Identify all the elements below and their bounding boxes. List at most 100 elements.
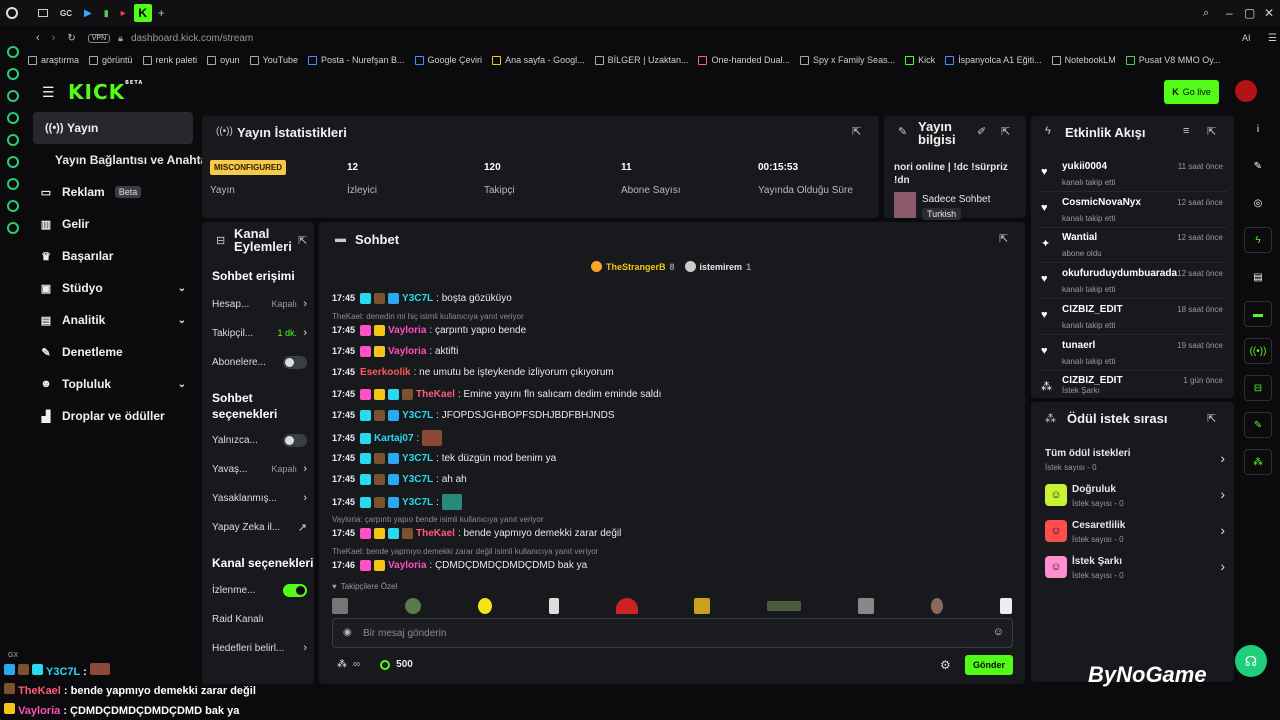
instagram-icon[interactable] <box>7 112 19 124</box>
bookmark[interactable]: One-handed Dual... <box>698 55 790 65</box>
back-icon[interactable]: ‹ <box>36 32 40 44</box>
new-tab-icon[interactable]: + <box>158 6 165 20</box>
reward-icon[interactable]: ⁂ <box>1244 449 1272 475</box>
tab-play-icon[interactable]: ▶ <box>84 8 92 19</box>
close-icon[interactable]: ✕ <box>1264 6 1274 20</box>
event-item[interactable]: ♥ CosmicNovaNyx kanalı takip etti 12 saat ö… <box>1039 194 1227 228</box>
forward-icon[interactable]: › <box>52 32 56 44</box>
emote-only-row[interactable]: Yalnızca... <box>212 430 307 450</box>
emoji-icon[interactable]: ☺ <box>993 626 1004 638</box>
chat-message[interactable]: 17:45 TheKael: bende yapmıyo demekki zara… <box>332 525 1012 541</box>
vpn-badge[interactable]: VPN <box>87 33 111 43</box>
chat-message[interactable]: 17:45 Y3C7L: boşta gözüküyo <box>332 290 1012 306</box>
filter-icon[interactable]: ≡ <box>1183 125 1189 137</box>
popout-icon[interactable]: ⇱ <box>852 125 861 138</box>
tab-kick[interactable]: K <box>133 4 152 22</box>
search-icon[interactable]: ⌕ <box>1203 7 1209 20</box>
go-live-button[interactable]: K Go live <box>1164 80 1219 104</box>
bookmark[interactable]: Google Çeviri <box>414 55 482 65</box>
chat-message[interactable]: 17:45 Vayloria: aktifti <box>332 343 1012 359</box>
chat-input[interactable]: ◉ Bir mesaj gönderin ☺ <box>332 618 1013 648</box>
sidebar-item-reklam[interactable]: ▭ Reklam Beta <box>28 176 198 208</box>
popout-icon[interactable]: ⇱ <box>1001 125 1010 138</box>
whatsapp-icon[interactable] <box>7 68 19 80</box>
tab-gc[interactable]: GC <box>60 9 72 18</box>
kick-logo[interactable]: KICKBETA <box>68 80 143 104</box>
bookmark[interactable]: İspanyolca A1 Eğiti... <box>945 55 1042 65</box>
history-icon[interactable] <box>7 200 19 212</box>
bookmark[interactable]: Ana sayfa - Googl... <box>492 55 585 65</box>
minimize-icon[interactable]: – <box>1226 6 1233 20</box>
bookmark[interactable]: oyun <box>207 55 240 65</box>
document-icon[interactable]: ▤ <box>1244 264 1272 290</box>
emote-only-toggle[interactable] <box>283 433 307 447</box>
ai-button[interactable]: AI <box>1242 33 1251 43</box>
chat-message[interactable]: 17:45 Y3C7L: <box>332 492 1012 512</box>
reward-item[interactable]: ☺ İstek Şarkı İstek sayısı - 0 › <box>1045 554 1225 584</box>
popout-icon[interactable]: ⇱ <box>298 234 307 247</box>
emote-image[interactable] <box>615 598 638 614</box>
bookmark[interactable]: BİLGER | Uzaktan... <box>594 55 688 65</box>
edit-icon[interactable]: ✐ <box>977 125 986 138</box>
actions-icon[interactable]: ⊟ <box>1244 375 1272 401</box>
event-item[interactable]: ♥ CIZBIZ_EDIT kanalı takip etti 18 saat önc… <box>1039 301 1227 335</box>
discord-icon[interactable] <box>7 90 19 102</box>
tab-red-icon[interactable]: ▸ <box>121 8 126 19</box>
bookmark[interactable]: YouTube <box>249 55 298 65</box>
opera-logo-icon[interactable] <box>6 7 18 19</box>
raid-channel-row[interactable]: Raid Kanalı <box>212 609 307 629</box>
emote-image[interactable] <box>404 598 421 614</box>
player-icon[interactable] <box>7 178 19 190</box>
watch-toggle[interactable] <box>283 583 307 597</box>
messenger-icon[interactable] <box>7 46 19 58</box>
chat-message[interactable]: 17:45 TheKael: Emine yayını fln salıcam d… <box>332 386 1012 402</box>
emote-image[interactable] <box>332 598 348 614</box>
sidebar-item-droplar[interactable]: ▟ Droplar ve ödüller <box>28 400 198 432</box>
hamburger-icon[interactable]: ☰ <box>42 84 55 101</box>
event-item[interactable]: ✦ Wantial abone oldu 12 saat önce <box>1039 229 1227 263</box>
event-item[interactable]: ⁂ CIZBIZ_EDIT İstek Şarkı 1 gün önce <box>1039 372 1227 396</box>
bookmark[interactable]: Spy x Family Seas... <box>800 55 895 65</box>
bookmark[interactable]: görüntü <box>89 55 133 65</box>
slow-mode-row[interactable]: Yavaş... Kapalı › <box>212 459 307 479</box>
bookmark[interactable]: Pusat V8 MMO Oy... <box>1125 55 1221 65</box>
chat-message[interactable]: 17:45 Y3C7L: ah ah <box>332 471 1012 487</box>
emote-image[interactable] <box>477 598 492 614</box>
sidebar-item-basarilar[interactable]: ♛ Başarılar <box>28 240 198 272</box>
info-icon[interactable]: i <box>1244 116 1272 142</box>
popout-icon[interactable]: ⇱ <box>1207 125 1216 138</box>
emote-image[interactable] <box>858 598 875 614</box>
ai-moderation-row[interactable]: Yapay Zeka il... ↗ <box>212 517 307 537</box>
menu-icon[interactable]: ☰ <box>1268 33 1277 44</box>
watch-row[interactable]: İzlenme... <box>212 580 307 600</box>
bookmark[interactable]: NotebookLM <box>1051 55 1116 65</box>
emote-image[interactable] <box>548 598 559 614</box>
camera-icon[interactable]: ◎ <box>1244 190 1272 216</box>
emote-image[interactable] <box>999 598 1012 614</box>
tab-bars-icon[interactable]: ▮ <box>104 8 109 19</box>
settings-icon[interactable] <box>7 222 19 234</box>
sidebar-item-analitik[interactable]: ▤ Analitik ⌄ <box>28 304 198 336</box>
bookmark[interactable]: Kick <box>905 55 935 65</box>
event-item[interactable]: ♥ okufuruduydumbuarada kanalı takip etti 12… <box>1039 265 1227 299</box>
sidebar-item-studyo[interactable]: ▣ Stüdyo ⌄ <box>28 272 198 304</box>
chat-message[interactable]: 17:45 Eserkoolik: ne umutu be işteykende … <box>332 364 1012 380</box>
chat-message[interactable]: 17:45 Kartaj07: <box>332 428 1012 448</box>
sidebar-item-stream-key[interactable]: Yayın Bağlantısı ve Anahtarı <box>28 144 215 176</box>
settings-icon[interactable]: ⚙ <box>940 658 951 672</box>
reload-icon[interactable]: ↻ <box>67 33 75 44</box>
bolt-icon[interactable]: ϟ <box>1244 227 1272 253</box>
bookmark[interactable]: renk paleti <box>142 55 197 65</box>
tiktok-icon[interactable] <box>7 134 19 146</box>
chat-message[interactable]: 17:46 Vayloria: ÇDMDÇDMDÇDMDÇDMD bak ya <box>332 557 1012 573</box>
url-text[interactable]: dashboard.kick.com/stream <box>131 33 253 44</box>
tab-mail-icon[interactable] <box>38 9 48 17</box>
emote-image[interactable] <box>931 598 943 614</box>
reward-item[interactable]: ☺ Cesaretlilik İstek sayısı - 0 › <box>1045 518 1225 548</box>
subs-only-row[interactable]: Abonelere... <box>212 352 307 372</box>
popout-icon[interactable]: ⇱ <box>1207 412 1216 425</box>
sidebar-item-yayin[interactable]: ((•)) Yayın <box>33 112 193 144</box>
emote-image[interactable] <box>767 601 802 611</box>
event-item[interactable]: ♥ yukii0004 kanalı takip etti 11 saat önce <box>1039 158 1227 192</box>
bookmark[interactable]: Posta - Nurefşan B... <box>307 55 405 65</box>
